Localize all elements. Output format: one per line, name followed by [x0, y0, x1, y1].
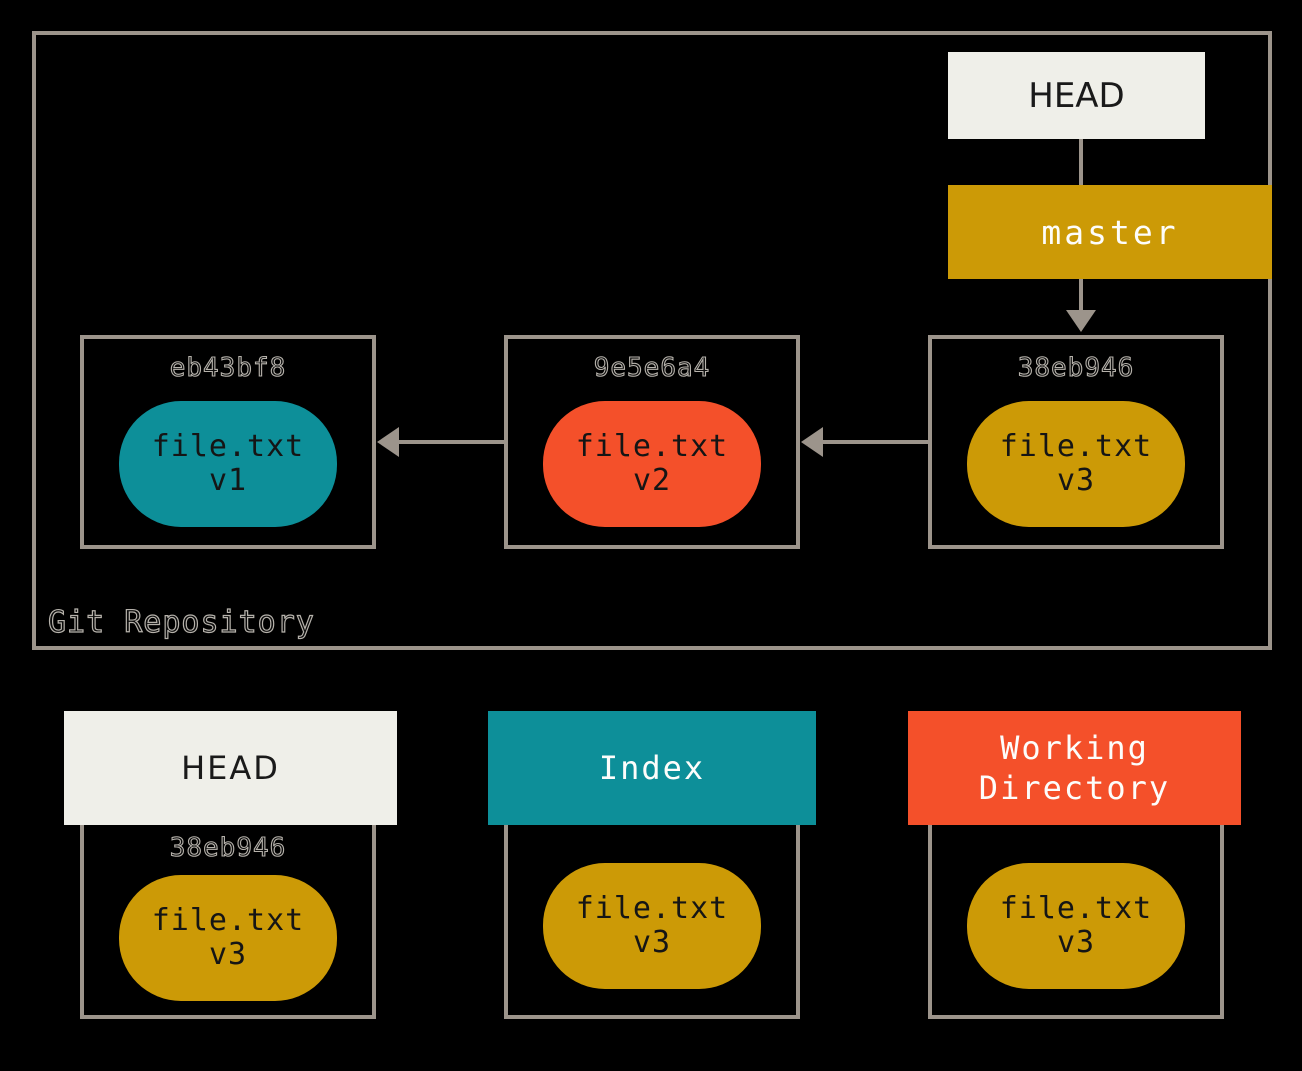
- blob-filename: file.txt: [575, 891, 729, 927]
- blob-file-v3: file.txt v3: [967, 401, 1185, 527]
- area-header-working-directory: Working Directory: [908, 711, 1241, 825]
- area-header-index: Index: [488, 711, 816, 825]
- area-body-working-directory: file.txt v3: [928, 825, 1224, 1019]
- blob-filename: file.txt: [999, 429, 1153, 465]
- blob-version: v3: [208, 937, 248, 972]
- blob-version: v3: [1056, 925, 1096, 960]
- arrow-down-icon: [1066, 310, 1096, 332]
- head-pointer-box: HEAD: [948, 52, 1205, 139]
- area-header-head-label: HEAD: [181, 749, 280, 787]
- blob-filename: file.txt: [575, 429, 729, 465]
- blob-version: v3: [632, 925, 672, 960]
- git-diagram-canvas: Git Repository HEAD master eb43bf8 file.…: [0, 0, 1302, 1071]
- blob-filename: file.txt: [151, 429, 305, 465]
- head-to-master-connector: [1079, 139, 1083, 185]
- arrow-left-icon: [801, 427, 823, 457]
- area-header-working-directory-label2: Directory: [978, 769, 1171, 807]
- commit-node-38eb946: 38eb946 file.txt v3: [928, 335, 1224, 549]
- master-branch-box: master: [948, 185, 1272, 279]
- commit-node-eb43bf8: eb43bf8 file.txt v1: [80, 335, 376, 549]
- area-index-blob: file.txt v3: [543, 863, 761, 989]
- blob-filename: file.txt: [999, 891, 1153, 927]
- area-header-working-directory-label: Working: [1000, 729, 1149, 767]
- blob-filename: file.txt: [151, 903, 305, 939]
- area-header-index-label: Index: [598, 749, 706, 787]
- blob-version: v1: [208, 463, 248, 498]
- commit-node-9e5e6a4: 9e5e6a4 file.txt v2: [504, 335, 800, 549]
- blob-version: v2: [632, 463, 672, 498]
- arrow-left-icon: [377, 427, 399, 457]
- area-body-head: 38eb946 file.txt v3: [80, 825, 376, 1019]
- commit3-to-commit2-line: [823, 440, 928, 444]
- area-head-hash: 38eb946: [169, 832, 287, 863]
- area-head-blob: file.txt v3: [119, 875, 337, 1001]
- blob-version: v3: [1056, 463, 1096, 498]
- area-header-head: HEAD: [64, 711, 397, 825]
- master-branch-label: master: [1041, 212, 1179, 252]
- commit2-to-commit1-line: [399, 440, 504, 444]
- head-pointer-label: HEAD: [1028, 75, 1125, 116]
- blob-file-v1: file.txt v1: [119, 401, 337, 527]
- commit-hash: 9e5e6a4: [593, 352, 711, 383]
- blob-file-v2: file.txt v2: [543, 401, 761, 527]
- commit-hash: eb43bf8: [169, 352, 287, 383]
- commit-hash: 38eb946: [1017, 352, 1135, 383]
- area-body-index: file.txt v3: [504, 825, 800, 1019]
- area-working-directory-blob: file.txt v3: [967, 863, 1185, 989]
- git-repository-label: Git Repository: [47, 604, 315, 640]
